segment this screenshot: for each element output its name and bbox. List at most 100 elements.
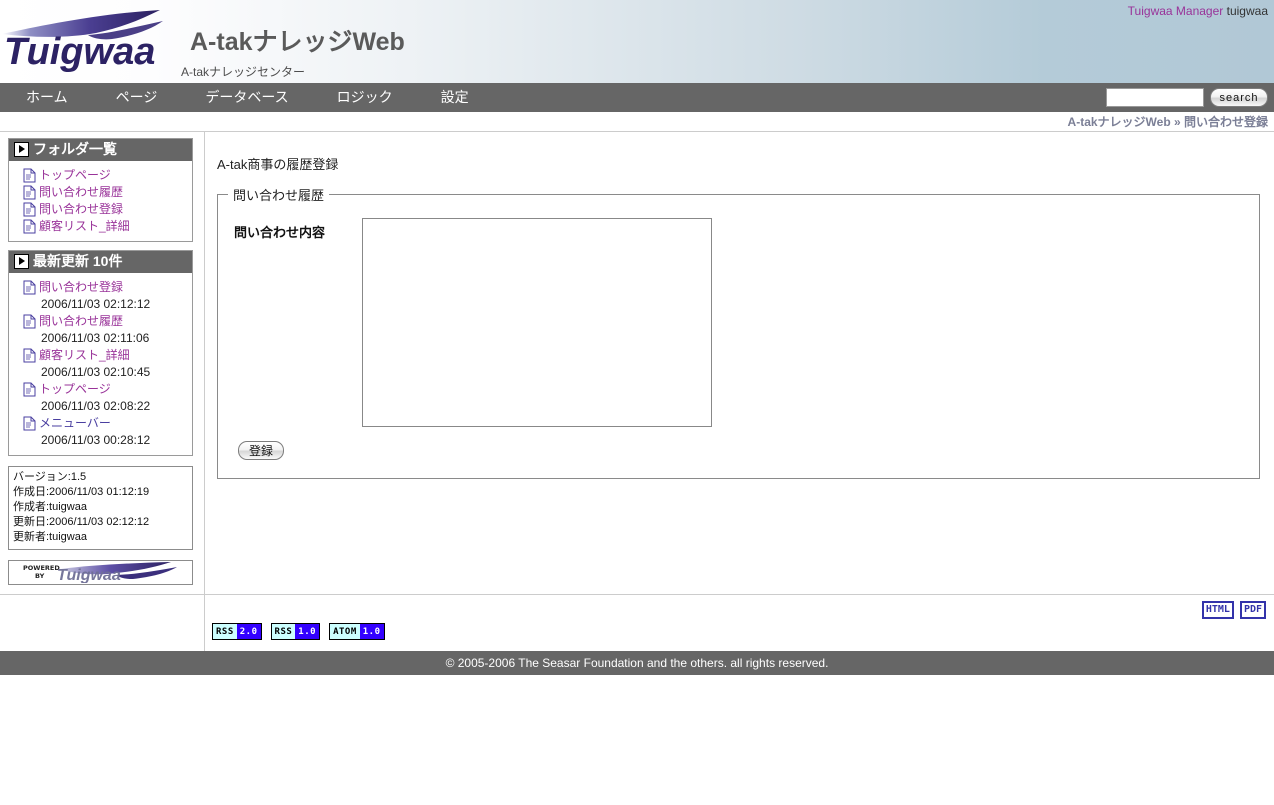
- list-item[interactable]: 問い合わせ登録: [23, 279, 188, 296]
- recent-item-link[interactable]: 問い合わせ登録: [39, 279, 123, 296]
- inquiry-content-field-row: 問い合わせ内容: [234, 218, 1259, 427]
- folder-item-link[interactable]: トップページ: [39, 167, 111, 184]
- content-heading: A-tak商事の履歴登録: [217, 157, 339, 172]
- inquiry-content-textarea[interactable]: [362, 218, 712, 427]
- document-icon: [23, 314, 36, 329]
- nav-item-home[interactable]: ホーム: [14, 83, 80, 112]
- triangle-right-icon: [14, 253, 29, 269]
- tuigwaa-logo[interactable]: Tuigwaa: [0, 8, 178, 74]
- site-header: Tuigwaa Manager tuigwaa Tuigwaa A-takナレッ…: [0, 0, 1274, 83]
- user-name-label: tuigwaa: [1226, 4, 1268, 18]
- folder-list-panel-header[interactable]: フォルダ一覧: [9, 139, 192, 161]
- folder-list-panel-title: フォルダ一覧: [33, 141, 117, 157]
- folder-item-link[interactable]: 問い合わせ履歴: [39, 184, 123, 201]
- folder-list-panel-body: トップページ 問い合わせ履歴 問い合わせ登録 顧客リスト_詳細: [9, 160, 192, 241]
- fieldset-legend: 問い合わせ履歴: [233, 188, 325, 203]
- html-export-badge[interactable]: HTML: [1201, 601, 1234, 619]
- svg-text:Tuigwaa: Tuigwaa: [4, 31, 155, 73]
- inquiry-history-fieldset: 問い合わせ履歴 問い合わせ内容 登録: [217, 185, 1260, 479]
- export-badges: HTML PDF: [1201, 601, 1266, 619]
- list-item[interactable]: 顧客リスト_詳細: [23, 218, 188, 235]
- user-info-bar: Tuigwaa Manager tuigwaa: [1128, 4, 1268, 18]
- list-item[interactable]: 顧客リスト_詳細: [23, 347, 188, 364]
- body-columns: フォルダ一覧 トップページ 問い合わせ履歴 問い合わせ登録 顧客リスト_詳細 最…: [0, 132, 1274, 594]
- list-item[interactable]: トップページ: [23, 167, 188, 184]
- search-input[interactable]: [1106, 88, 1204, 107]
- breadcrumb-bar: A-takナレッジWeb » 問い合わせ登録: [0, 112, 1274, 132]
- recent-updates-panel: 最新更新 10件 問い合わせ登録 2006/11/03 02:12:12 問い合…: [8, 249, 193, 456]
- footer-left-rail: [0, 595, 205, 651]
- rss-1-0-badge-version: 1.0: [295, 624, 320, 639]
- rss-2-0-badge[interactable]: RSS 2.0: [212, 623, 262, 640]
- recent-item-date: 2006/11/03 02:08:22: [41, 398, 151, 413]
- atom-1-0-badge[interactable]: ATOM 1.0: [329, 623, 385, 640]
- triangle-right-icon: [14, 141, 29, 157]
- submit-row: 登録: [238, 441, 1259, 460]
- rss-2-0-badge-label: RSS: [213, 624, 237, 639]
- recent-updates-panel-title: 最新更新 10件: [33, 252, 123, 269]
- recent-updates-panel-header[interactable]: 最新更新 10件: [9, 250, 192, 273]
- svg-text:BY: BY: [35, 572, 45, 580]
- page-metadata-box: バージョン:1.5 作成日:2006/11/03 01:12:19 作成者:tu…: [8, 465, 193, 550]
- recent-item-date: 2006/11/03 02:12:12: [41, 296, 151, 311]
- folder-item-link[interactable]: 顧客リスト_詳細: [39, 218, 130, 235]
- document-icon: [23, 280, 36, 295]
- user-role-label[interactable]: Tuigwaa Manager: [1128, 4, 1224, 18]
- site-subtitle: A-takナレッジセンター: [181, 65, 306, 79]
- register-button[interactable]: 登録: [238, 441, 285, 460]
- pdf-export-badge[interactable]: PDF: [1239, 601, 1266, 619]
- metadata-version: バージョン:1.5: [13, 470, 87, 483]
- metadata-updated-by: 更新者:tuigwaa: [13, 530, 87, 543]
- sidebar: フォルダ一覧 トップページ 問い合わせ履歴 問い合わせ登録 顧客リスト_詳細 最…: [0, 132, 205, 594]
- document-icon: [23, 416, 36, 431]
- metadata-updated-date: 更新日:2006/11/03 02:12:12: [13, 515, 150, 528]
- nav-item-page[interactable]: ページ: [104, 83, 170, 112]
- search-button[interactable]: search: [1210, 88, 1268, 107]
- metadata-created-date: 作成日:2006/11/03 01:12:19: [13, 485, 150, 498]
- recent-item-link[interactable]: 問い合わせ履歴: [39, 313, 123, 330]
- list-item[interactable]: 問い合わせ履歴: [23, 184, 188, 201]
- powered-by-banner[interactable]: POWERED BY Tuigwaa: [8, 559, 193, 585]
- nav-item-list: ホーム ページ データベース ロジック 設定: [0, 83, 493, 112]
- nav-item-database[interactable]: データベース: [193, 83, 300, 112]
- recent-item-date: 2006/11/03 00:28:12: [41, 432, 151, 447]
- page-root: Tuigwaa Manager tuigwaa Tuigwaa A-takナレッ…: [0, 0, 1274, 805]
- copyright-bar: © 2005-2006 The Seasar Foundation and th…: [0, 651, 1274, 675]
- page-title: A-takナレッジWeb: [190, 28, 405, 56]
- list-item[interactable]: 問い合わせ登録: [23, 201, 188, 218]
- rss-2-0-badge-version: 2.0: [236, 624, 261, 639]
- feed-badges: RSS 2.0 RSS 1.0 ATOM 1.0: [212, 623, 385, 640]
- atom-1-0-badge-version: 1.0: [359, 624, 384, 639]
- svg-text:Tuigwaa: Tuigwaa: [57, 567, 121, 583]
- recent-item-date: 2006/11/03 02:10:45: [41, 364, 151, 379]
- search-area: search: [1106, 83, 1268, 112]
- metadata-created-by: 作成者:tuigwaa: [13, 500, 87, 513]
- atom-1-0-badge-label: ATOM: [330, 624, 360, 639]
- inquiry-content-label: 問い合わせ内容: [234, 225, 326, 240]
- document-icon: [23, 382, 36, 397]
- document-icon: [23, 348, 36, 363]
- rss-1-0-badge-label: RSS: [271, 624, 296, 639]
- recent-item-link[interactable]: メニューバー: [39, 415, 111, 432]
- recent-item-link[interactable]: トップページ: [39, 381, 111, 398]
- folder-list-panel: フォルダ一覧 トップページ 問い合わせ履歴 問い合わせ登録 顧客リスト_詳細: [8, 138, 193, 242]
- list-item[interactable]: メニューバー: [23, 415, 188, 432]
- copyright-text: © 2005-2006 The Seasar Foundation and th…: [445, 656, 829, 670]
- nav-item-settings[interactable]: 設定: [429, 83, 481, 112]
- rss-1-0-badge[interactable]: RSS 1.0: [270, 623, 321, 640]
- document-icon: [23, 168, 36, 183]
- footer-tools: RSS 2.0 RSS 1.0 ATOM 1.0 HTML PDF: [0, 594, 1274, 651]
- document-icon: [23, 219, 36, 234]
- list-item[interactable]: トップページ: [23, 381, 188, 398]
- recent-updates-panel-body: 問い合わせ登録 2006/11/03 02:12:12 問い合わせ履歴 2006…: [9, 272, 192, 455]
- main-content: A-tak商事の履歴登録 問い合わせ履歴 問い合わせ内容 登録: [205, 132, 1274, 594]
- nav-item-logic[interactable]: ロジック: [325, 83, 405, 112]
- main-navigation: ホーム ページ データベース ロジック 設定 search: [0, 83, 1274, 112]
- list-item[interactable]: 問い合わせ履歴: [23, 313, 188, 330]
- document-icon: [23, 185, 36, 200]
- folder-item-link[interactable]: 問い合わせ登録: [39, 201, 123, 218]
- document-icon: [23, 202, 36, 217]
- recent-item-link[interactable]: 顧客リスト_詳細: [39, 347, 130, 364]
- recent-item-date: 2006/11/03 02:11:06: [41, 330, 150, 345]
- svg-text:POWERED: POWERED: [23, 564, 60, 572]
